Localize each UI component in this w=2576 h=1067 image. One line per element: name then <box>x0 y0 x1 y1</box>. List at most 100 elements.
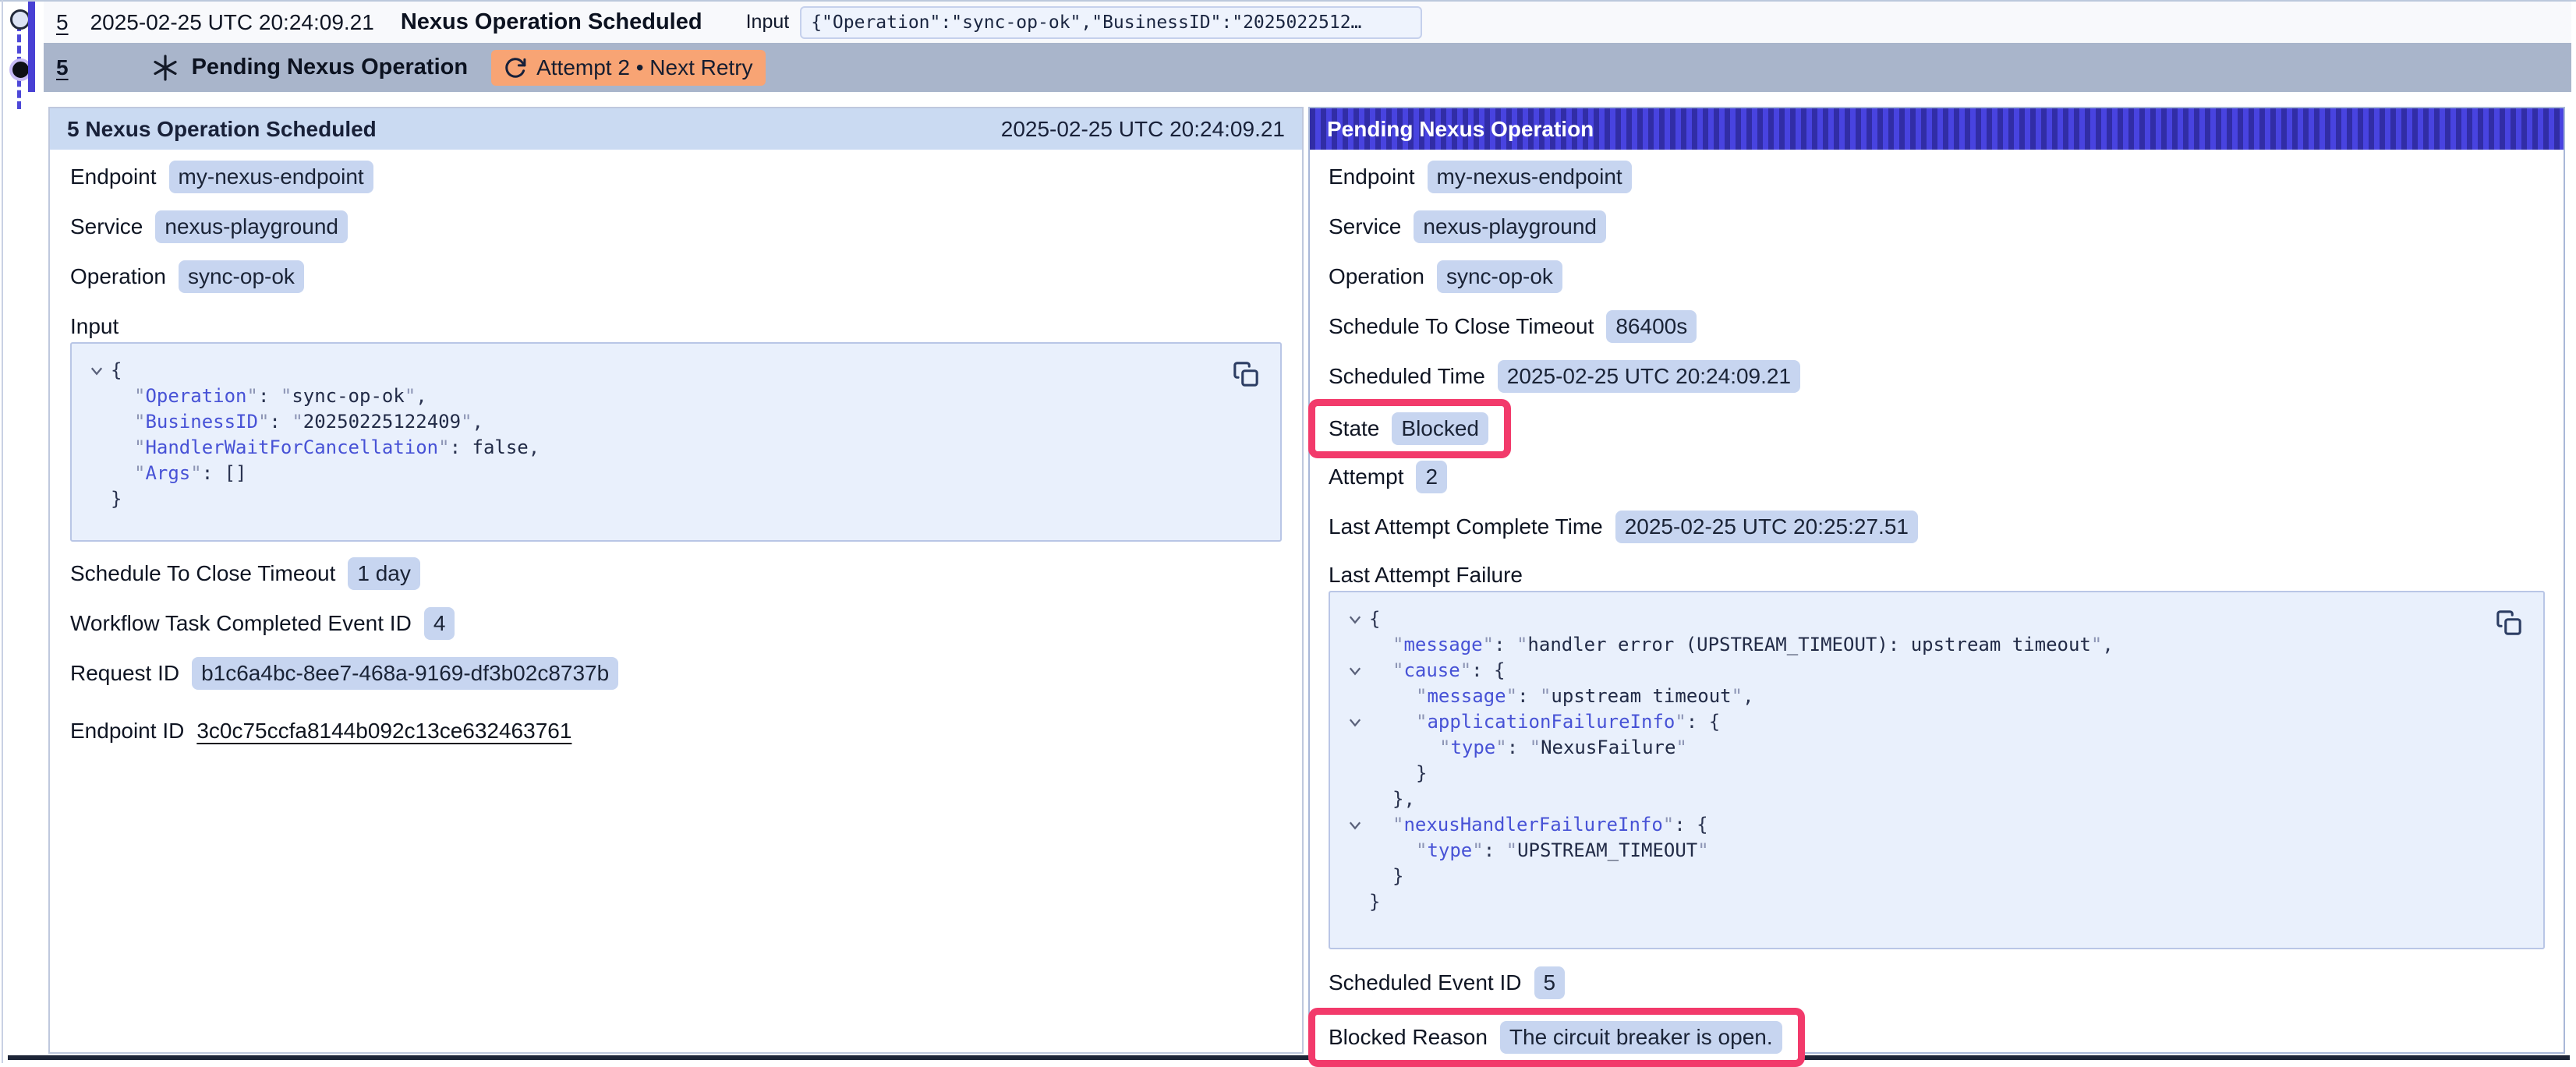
field-value-badge: 86400s <box>1606 310 1697 343</box>
copy-button[interactable] <box>1232 361 1260 389</box>
field-label: Request ID <box>70 661 179 686</box>
detail-row: Workflow Task Completed Event ID 4 <box>70 607 1282 640</box>
gutter-spacer <box>83 435 111 440</box>
pending-operation-title: Pending Nexus Operation <box>1327 117 1594 142</box>
detail-row: Operation sync-op-ok <box>70 260 1282 293</box>
field-value-badge: sync-op-ok <box>1437 260 1562 293</box>
pending-operation-header: Pending Nexus Operation <box>1310 108 2564 150</box>
field-label: Schedule To Close Timeout <box>70 561 335 586</box>
collapse-caret-icon[interactable] <box>1341 658 1369 679</box>
gutter-spacer <box>83 461 111 466</box>
retry-icon <box>504 56 527 79</box>
selected-rows-accent-bar <box>28 2 35 92</box>
pending-fields-2: Attempt 2 Last Attempt Complete Time 202… <box>1329 461 2545 543</box>
event-id-link[interactable]: 5 <box>56 10 69 35</box>
event-input-preview: {"Operation":"sync-op-ok","BusinessID":"… <box>800 6 1422 39</box>
collapse-caret-icon[interactable] <box>1341 709 1369 730</box>
detail-row: Service nexus-playground <box>70 210 1282 243</box>
last-attempt-failure-label: Last Attempt Failure <box>1329 562 2545 588</box>
gutter-spacer <box>1341 889 1369 895</box>
gutter-spacer <box>83 409 111 415</box>
field-label: Operation <box>70 264 166 289</box>
field-label: Last Attempt Complete Time <box>1329 514 1603 539</box>
gutter-spacer <box>1341 761 1369 766</box>
field-value-badge: my-nexus-endpoint <box>1428 161 1632 193</box>
pending-nexus-operation-row[interactable]: 5 Pending Nexus Operation Attempt 2 • Ne… <box>44 43 2571 92</box>
input-json-viewer: {"Operation": "sync-op-ok","BusinessID":… <box>70 342 1282 542</box>
gutter-spacer <box>1341 735 1369 740</box>
gutter-spacer <box>1341 838 1369 843</box>
scheduled-event-id-label: Scheduled Event ID <box>1329 970 1522 995</box>
state-highlight-annotation: State Blocked <box>1308 399 1511 458</box>
field-value-badge: b1c6a4bc-8ee7-468a-9169-df3b02c8737b <box>192 657 618 690</box>
detail-row: Endpoint my-nexus-endpoint <box>1329 161 2545 193</box>
gutter-spacer <box>1341 786 1369 792</box>
event-input-label: Input <box>746 11 790 34</box>
field-value-badge: 2025-02-25 UTC 20:24:09.21 <box>1498 360 1800 393</box>
window-bottom-edge <box>8 1055 2570 1060</box>
field-value-badge: nexus-playground <box>155 210 348 243</box>
state-label: State <box>1329 416 1379 441</box>
event-detail-panel: 5 Nexus Operation Scheduled 2025-02-25 U… <box>48 107 1304 1054</box>
gutter-spacer <box>83 486 111 492</box>
field-value-badge: 1 day <box>348 557 420 590</box>
event-timestamp: 2025-02-25 UTC 20:24:09.21 <box>90 10 374 35</box>
attempt-retry-text: Attempt 2 • Next Retry <box>536 55 752 80</box>
event-detail-title: 5 Nexus Operation Scheduled <box>67 117 377 142</box>
field-label: Endpoint <box>1329 164 1415 189</box>
field-label: Schedule To Close Timeout <box>1329 314 1594 339</box>
collapse-caret-icon[interactable] <box>1341 606 1369 627</box>
pending-title: Pending Nexus Operation <box>192 55 469 80</box>
copy-icon <box>2496 609 2522 636</box>
gutter-spacer <box>1341 632 1369 638</box>
detail-row: Scheduled Time 2025-02-25 UTC 20:24:09.2… <box>1329 360 2545 393</box>
state-row: State Blocked <box>1329 399 2545 458</box>
field-value-badge: my-nexus-endpoint <box>169 161 373 193</box>
attempt-retry-badge: Attempt 2 • Next Retry <box>491 50 765 86</box>
field-value-badge: 4 <box>424 607 455 640</box>
copy-icon <box>1233 361 1259 387</box>
failure-json-viewer: {"message": "handler error (UPSTREAM_TIM… <box>1329 591 2545 949</box>
pending-operation-panel: Pending Nexus Operation Endpoint my-nexu… <box>1308 107 2565 1054</box>
blocked-reason-badge: The circuit breaker is open. <box>1500 1021 1782 1054</box>
detail-row: Operation sync-op-ok <box>1329 260 2545 293</box>
event-row-nexus-operation-scheduled[interactable]: 5 2025-02-25 UTC 20:24:09.21 Nexus Opera… <box>44 2 2571 44</box>
field-label: Workflow Task Completed Event ID <box>70 611 412 636</box>
field-label: Operation <box>1329 264 1424 289</box>
field-value-badge: sync-op-ok <box>179 260 304 293</box>
endpoint-id-row: Endpoint ID 3c0c75ccfa8144b092c13ce63246… <box>70 715 1282 747</box>
detail-row: Last Attempt Complete Time 2025-02-25 UT… <box>1329 511 2545 543</box>
field-value-badge: 2025-02-25 UTC 20:25:27.51 <box>1615 511 1918 543</box>
pending-id-link[interactable]: 5 <box>56 55 69 80</box>
event-title: Nexus Operation Scheduled <box>401 9 702 35</box>
field-label: Attempt <box>1329 465 1403 489</box>
endpoint-id-link[interactable]: 3c0c75ccfa8144b092c13ce632463761 <box>196 719 571 744</box>
field-value-badge: 2 <box>1416 461 1447 493</box>
left-border <box>2 0 3 1063</box>
endpoint-id-label: Endpoint ID <box>70 719 184 744</box>
gutter-spacer <box>83 383 111 389</box>
scheduled-event-id-row: Scheduled Event ID 5 <box>1329 966 2545 999</box>
event-detail-fields: Endpoint my-nexus-endpoint Service nexus… <box>70 161 1282 293</box>
field-label: Endpoint <box>70 164 157 189</box>
blocked-reason-label: Blocked Reason <box>1329 1025 1488 1050</box>
pending-asterisk-icon <box>151 54 179 82</box>
detail-row: Attempt 2 <box>1329 461 2545 493</box>
pending-fields: Endpoint my-nexus-endpoint Service nexus… <box>1329 161 2545 393</box>
state-value-badge: Blocked <box>1392 412 1488 445</box>
copy-button[interactable] <box>2495 609 2523 638</box>
detail-row: Endpoint my-nexus-endpoint <box>70 161 1282 193</box>
collapse-caret-icon[interactable] <box>83 358 111 379</box>
event-detail-header: 5 Nexus Operation Scheduled 2025-02-25 U… <box>50 108 1302 150</box>
field-label: Scheduled Time <box>1329 364 1485 389</box>
detail-row: Schedule To Close Timeout 1 day <box>70 557 1282 590</box>
gutter-spacer <box>1341 684 1369 689</box>
input-section-label: Input <box>70 313 1282 340</box>
field-label: Service <box>1329 214 1401 239</box>
event-detail-timestamp: 2025-02-25 UTC 20:24:09.21 <box>1001 117 1285 142</box>
field-label: Service <box>70 214 143 239</box>
event-detail-fields-2: Schedule To Close Timeout 1 day Workflow… <box>70 557 1282 690</box>
detail-row: Schedule To Close Timeout 86400s <box>1329 310 2545 343</box>
blocked-reason-highlight-annotation: Blocked Reason The circuit breaker is op… <box>1308 1008 1805 1067</box>
collapse-caret-icon[interactable] <box>1341 812 1369 833</box>
